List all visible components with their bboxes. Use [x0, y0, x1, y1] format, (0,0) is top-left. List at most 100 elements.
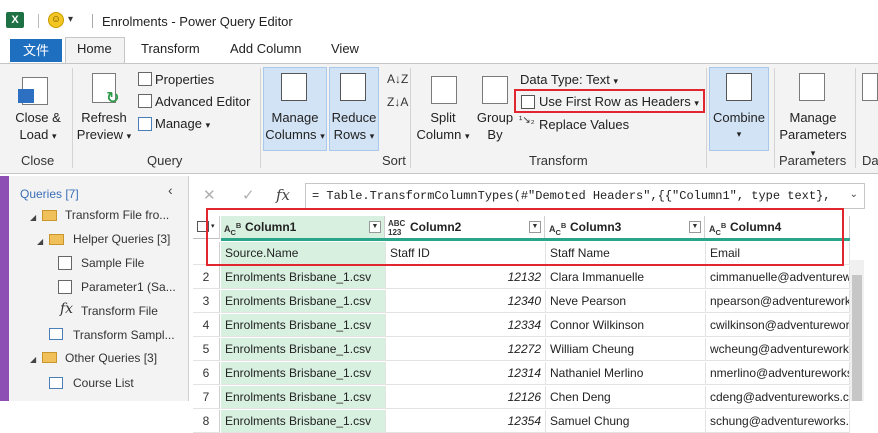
sort-ascending-icon[interactable]: A↓Z	[387, 72, 408, 86]
manage-columns-button[interactable]: Manage Columns ▾	[264, 109, 326, 145]
tab-add-column[interactable]: Add Column	[230, 41, 302, 56]
table-cell[interactable]: William Cheung	[546, 338, 706, 361]
sort-descending-icon[interactable]: Z↓A	[387, 95, 408, 109]
expand-arrow-icon[interactable]: ◢	[37, 237, 43, 246]
formula-expand-icon[interactable]: ⌄	[850, 189, 858, 200]
tab-home[interactable]: Home	[77, 41, 112, 56]
row-number[interactable]: 5	[193, 338, 220, 361]
row-number[interactable]: 4	[193, 314, 220, 337]
table-cell[interactable]: npearson@adventureworks.com	[706, 290, 850, 313]
group-by-icon	[482, 76, 508, 104]
table-cell[interactable]: Chen Deng	[546, 386, 706, 409]
group-data-label: Da	[862, 153, 878, 168]
manage-parameters-label2: Parameters	[779, 127, 847, 142]
manage-button[interactable]: Manage ▾	[155, 116, 210, 131]
query-transform-sample[interactable]: Transform Sampl...	[73, 328, 175, 342]
smiley-icon[interactable]: ☺	[48, 12, 64, 28]
combine-button[interactable]: Combine ▾	[710, 109, 768, 143]
advanced-editor-button[interactable]: Advanced Editor	[155, 94, 250, 109]
reduce-rows-button[interactable]: Reduce Rows ▾	[330, 109, 378, 145]
group-by-label: Group	[476, 110, 514, 125]
row-number[interactable]: 3	[193, 290, 220, 313]
table-cell[interactable]: wcheung@adventureworks.com	[706, 338, 850, 361]
table-cell[interactable]: cwilkinson@adventureworks.com	[706, 314, 850, 337]
row-number[interactable]: 6	[193, 362, 220, 385]
expand-arrow-icon[interactable]: ◢	[30, 213, 36, 222]
query-transform-file[interactable]: Transform File	[81, 304, 158, 318]
group-parameters-label: Parameters	[779, 153, 847, 168]
split-column-icon	[431, 76, 457, 104]
folder-icon	[49, 234, 64, 245]
table-cell[interactable]: Nathaniel Merlino	[546, 362, 706, 385]
query-group-helper-queries[interactable]: Helper Queries [3]	[73, 232, 170, 246]
formula-cancel-icon[interactable]: ✕	[203, 186, 216, 204]
replace-values-icon: ¹↘₂	[519, 115, 535, 126]
excel-icon: X	[6, 12, 24, 28]
tab-view[interactable]: View	[331, 41, 359, 56]
table-cell[interactable]: 12334	[386, 314, 546, 337]
table-cell[interactable]: Enrolments Brisbane_1.csv	[221, 338, 386, 361]
table-cell[interactable]: schung@adventureworks.com	[706, 410, 850, 433]
qat-dropdown-icon[interactable]: ▾	[68, 14, 73, 25]
refresh-label: Refresh	[81, 110, 127, 125]
table-cell[interactable]: cdeng@adventureworks.com	[706, 386, 850, 409]
sample-file-icon	[58, 256, 72, 270]
table-cell[interactable]: Enrolments Brisbane_1.csv	[221, 410, 386, 433]
table-cell[interactable]: Connor Wilkinson	[546, 314, 706, 337]
table-cell[interactable]: Enrolments Brisbane_1.csv	[221, 386, 386, 409]
table-cell[interactable]: Samuel Chung	[546, 410, 706, 433]
table-cell[interactable]: Enrolments Brisbane_1.csv	[221, 362, 386, 385]
close-load-label: Close &	[15, 110, 61, 125]
row-number[interactable]: 8	[193, 410, 220, 433]
table-cell[interactable]: cimmanuelle@adventureworks.com	[706, 266, 850, 289]
formula-confirm-icon[interactable]: ✓	[242, 186, 255, 204]
close-load-button[interactable]: Close & Load ▾	[10, 109, 66, 145]
table-cell[interactable]: nmerlino@adventureworks.com	[706, 362, 850, 385]
collapse-panel-icon[interactable]: ‹	[168, 182, 173, 198]
data-source-icon	[862, 73, 878, 101]
replace-values-button[interactable]: Replace Values	[539, 117, 629, 132]
table-cell[interactable]: 12132	[386, 266, 546, 289]
data-type-dropdown[interactable]: Data Type: Text ▾	[520, 72, 618, 87]
table-cell[interactable]: 12272	[386, 338, 546, 361]
table-cell[interactable]: 12354	[386, 410, 546, 433]
ribbon-separator	[260, 68, 261, 168]
row-number[interactable]: 7	[193, 386, 220, 409]
ribbon-separator	[410, 68, 411, 168]
refresh-preview-button[interactable]: Refresh Preview ▾	[76, 109, 132, 145]
table-cell[interactable]: 12314	[386, 362, 546, 385]
table-cell[interactable]: Enrolments Brisbane_1.csv	[221, 314, 386, 337]
query-course-list[interactable]: Course List	[73, 376, 134, 390]
table-cell[interactable]: 12340	[386, 290, 546, 313]
table-cell[interactable]: Enrolments Brisbane_1.csv	[221, 290, 386, 313]
table-icon	[49, 328, 63, 340]
table-cell[interactable]: 12126	[386, 386, 546, 409]
tab-file[interactable]: 文件	[10, 39, 62, 62]
data-type-label: Data Type: Text	[520, 72, 610, 87]
properties-button[interactable]: Properties	[155, 72, 214, 87]
tab-transform[interactable]: Transform	[141, 41, 200, 56]
row-number[interactable]: 2	[193, 266, 220, 289]
ribbon-separator	[855, 68, 856, 168]
split-column-label: Split	[430, 110, 456, 125]
manage-parameters-icon	[799, 73, 825, 101]
table-cell[interactable]: Enrolments Brisbane_1.csv	[221, 266, 386, 289]
group-close-label: Close	[21, 153, 55, 168]
group-by-button[interactable]: Group By	[474, 109, 516, 143]
split-column-button[interactable]: Split Column ▾	[414, 109, 472, 145]
query-sample-file[interactable]: Sample File	[81, 256, 144, 270]
query-group-other-queries[interactable]: Other Queries [3]	[65, 351, 157, 365]
ribbon-separator	[72, 68, 73, 168]
formula-input[interactable]: = Table.TransformColumnTypes(#"Demoted H…	[305, 183, 865, 209]
table-cell[interactable]: Clara Immanuelle	[546, 266, 706, 289]
fx-icon[interactable]: fx	[276, 186, 290, 204]
expand-arrow-icon[interactable]: ◢	[30, 355, 36, 364]
formula-text: = Table.TransformColumnTypes(#"Demoted H…	[312, 189, 831, 203]
table-cell[interactable]: Neve Pearson	[546, 290, 706, 313]
header-rows-highlight	[206, 208, 844, 266]
window-title: Enrolments - Power Query Editor	[102, 14, 293, 29]
query-parameter1[interactable]: Parameter1 (Sa...	[81, 280, 176, 294]
query-group-transform-file[interactable]: Transform File fro...	[65, 208, 169, 222]
vertical-scrollbar-thumb[interactable]	[852, 275, 862, 401]
reduce-rows-icon	[340, 73, 366, 101]
